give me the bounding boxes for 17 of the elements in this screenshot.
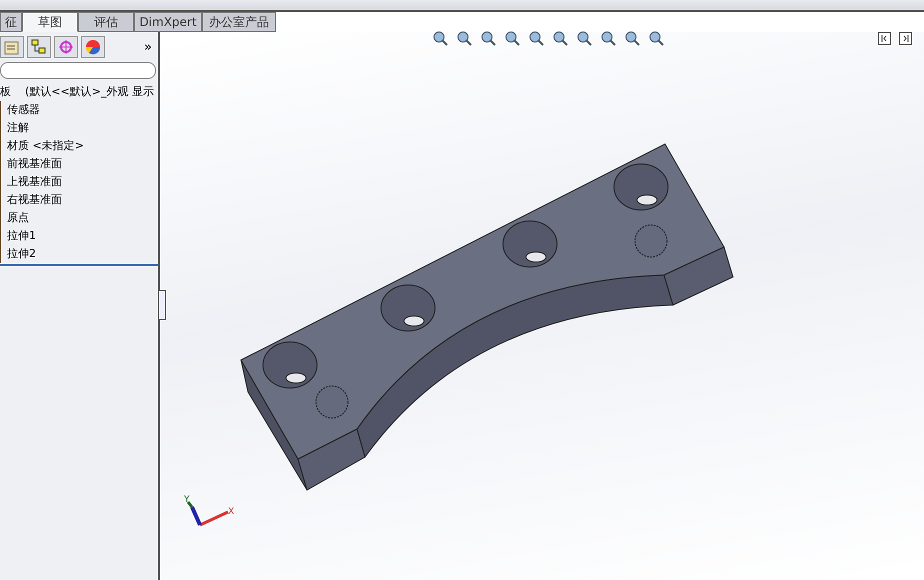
axis-triad-drawing: X Y <box>184 495 234 526</box>
color-wheel-icon[interactable] <box>81 36 105 58</box>
command-tab[interactable]: 评估 <box>78 12 134 32</box>
filter-field[interactable] <box>0 62 156 79</box>
split-left-icon[interactable] <box>878 32 891 44</box>
property-manager-icon[interactable] <box>0 36 24 58</box>
command-tab[interactable]: 办公室产品 <box>202 12 276 32</box>
configuration-icon[interactable] <box>27 36 51 58</box>
configuration-text: (默认<<默认>_外观 显示 <box>25 84 154 100</box>
zoom-fit-icon[interactable] <box>432 30 448 46</box>
part-name: 板 <box>0 84 11 100</box>
command-tab[interactable]: DimXpert <box>134 12 202 32</box>
split-right-icon[interactable] <box>899 32 912 44</box>
command-tab[interactable]: 草图 <box>22 12 78 32</box>
command-tab[interactable]: 征 <box>0 12 22 32</box>
expand-chevron[interactable]: » <box>144 40 152 54</box>
panel-collapse-handle[interactable] <box>158 290 166 320</box>
